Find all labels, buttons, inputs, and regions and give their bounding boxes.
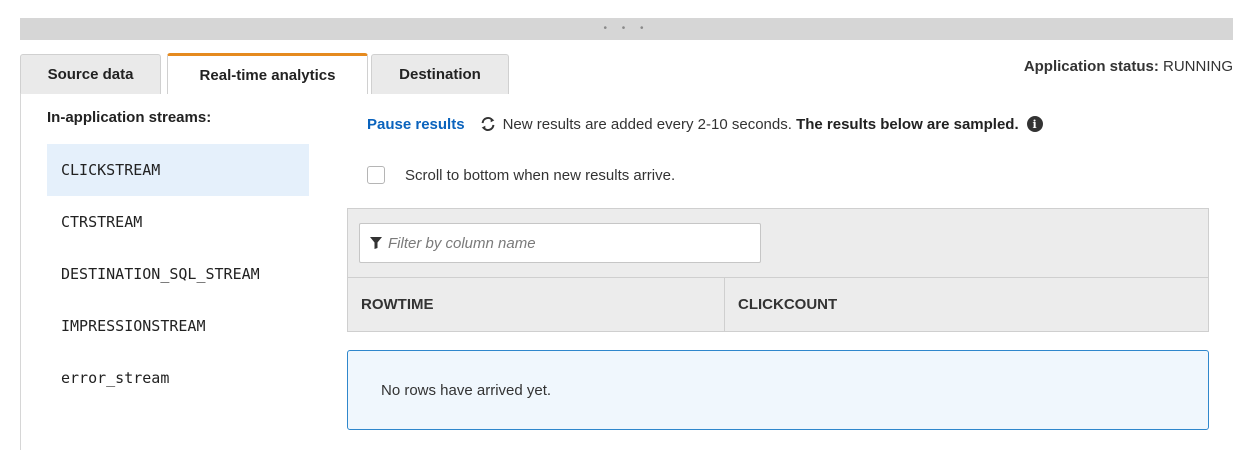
stream-item-destination-sql-stream[interactable]: DESTINATION_SQL_STREAM (47, 248, 309, 300)
scroll-to-bottom-option: Scroll to bottom when new results arrive… (367, 166, 675, 184)
table-header-row: ROWTIME CLICKCOUNT (348, 278, 1208, 331)
pause-results-button[interactable]: Pause results (367, 116, 465, 133)
stream-item-error-stream[interactable]: error_stream (47, 352, 309, 404)
stream-item-ctrstream[interactable]: CTRSTREAM (47, 196, 309, 248)
column-header-clickcount[interactable]: CLICKCOUNT (725, 278, 1208, 331)
analytics-panel: In-application streams: CLICKSTREAM CTRS… (20, 93, 1233, 450)
stream-item-impressionstream[interactable]: IMPRESSIONSTREAM (47, 300, 309, 352)
stream-list: CLICKSTREAM CTRSTREAM DESTINATION_SQL_ST… (47, 144, 309, 404)
application-status-label: Application status: (1023, 58, 1159, 75)
application-status-value: RUNNING (1163, 58, 1233, 75)
results-toolbar: Pause results New results are added ever… (367, 115, 1043, 133)
window-drag-bar[interactable]: • • • (20, 18, 1233, 40)
sampled-message: The results below are sampled. (796, 115, 1019, 133)
tab-destination[interactable]: Destination (371, 54, 509, 94)
refresh-icon (481, 117, 494, 131)
streams-heading: In-application streams: (47, 109, 212, 126)
results-area: Pause results New results are added ever… (347, 93, 1209, 450)
tab-bar: Source data Real-time analytics Destinat… (20, 40, 1233, 94)
application-status: Application status: RUNNING (1024, 58, 1233, 75)
stream-item-clickstream[interactable]: CLICKSTREAM (47, 144, 309, 196)
column-header-rowtime[interactable]: ROWTIME (348, 278, 725, 331)
refresh-message: New results are added every 2-10 seconds… (502, 115, 792, 133)
info-icon[interactable]: i (1026, 116, 1043, 132)
scroll-to-bottom-checkbox[interactable] (367, 166, 385, 184)
tab-source-data[interactable]: Source data (20, 54, 161, 94)
filter-bar (348, 209, 1208, 278)
scroll-to-bottom-label: Scroll to bottom when new results arrive… (405, 166, 676, 184)
results-table: ROWTIME CLICKCOUNT (347, 208, 1209, 332)
filter-input[interactable] (388, 234, 748, 252)
filter-icon (370, 237, 382, 249)
filter-field[interactable] (359, 223, 761, 263)
tab-real-time-analytics[interactable]: Real-time analytics (167, 53, 368, 94)
empty-results-message: No rows have arrived yet. (347, 350, 1209, 430)
drag-handle-dots: • • • (603, 23, 650, 34)
